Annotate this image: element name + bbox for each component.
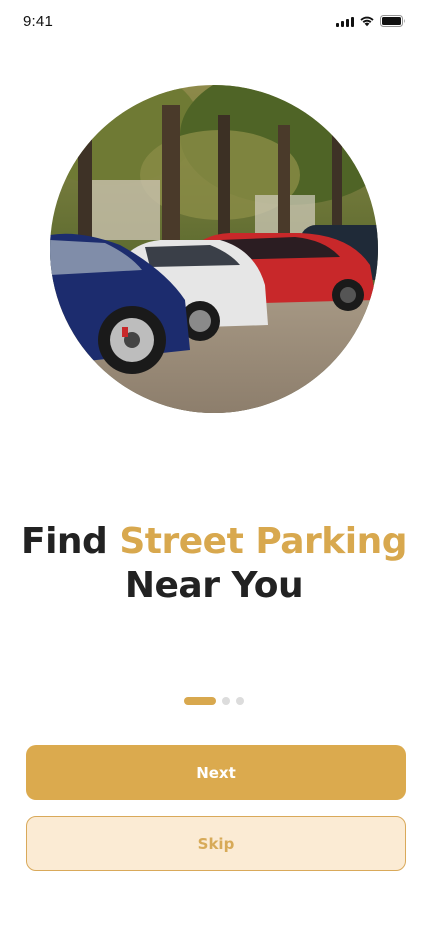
- pagination-dot-1[interactable]: [184, 697, 216, 705]
- pagination-dot-2[interactable]: [222, 697, 230, 705]
- wifi-icon: [359, 15, 375, 27]
- status-icons: [336, 15, 406, 27]
- pagination-dot-3[interactable]: [236, 697, 244, 705]
- headline-prefix: Find: [21, 521, 120, 562]
- cellular-signal-icon: [336, 16, 354, 27]
- onboarding-screen: 9:41 Find Street Parking Near You Next S…: [0, 0, 428, 926]
- pagination-dots: [0, 697, 428, 705]
- battery-icon: [380, 15, 406, 27]
- headline-line-1: Find Street Parking: [0, 520, 428, 564]
- headline-accent: Street Parking: [119, 521, 407, 562]
- status-time: 9:41: [23, 13, 53, 30]
- onboarding-headline: Find Street Parking Near You: [0, 520, 428, 608]
- hero-parking-photo: [50, 85, 378, 413]
- status-bar: 9:41: [0, 0, 428, 44]
- next-button[interactable]: Next: [26, 745, 406, 800]
- headline-line-2: Near You: [124, 565, 304, 606]
- skip-button[interactable]: Skip: [26, 816, 406, 871]
